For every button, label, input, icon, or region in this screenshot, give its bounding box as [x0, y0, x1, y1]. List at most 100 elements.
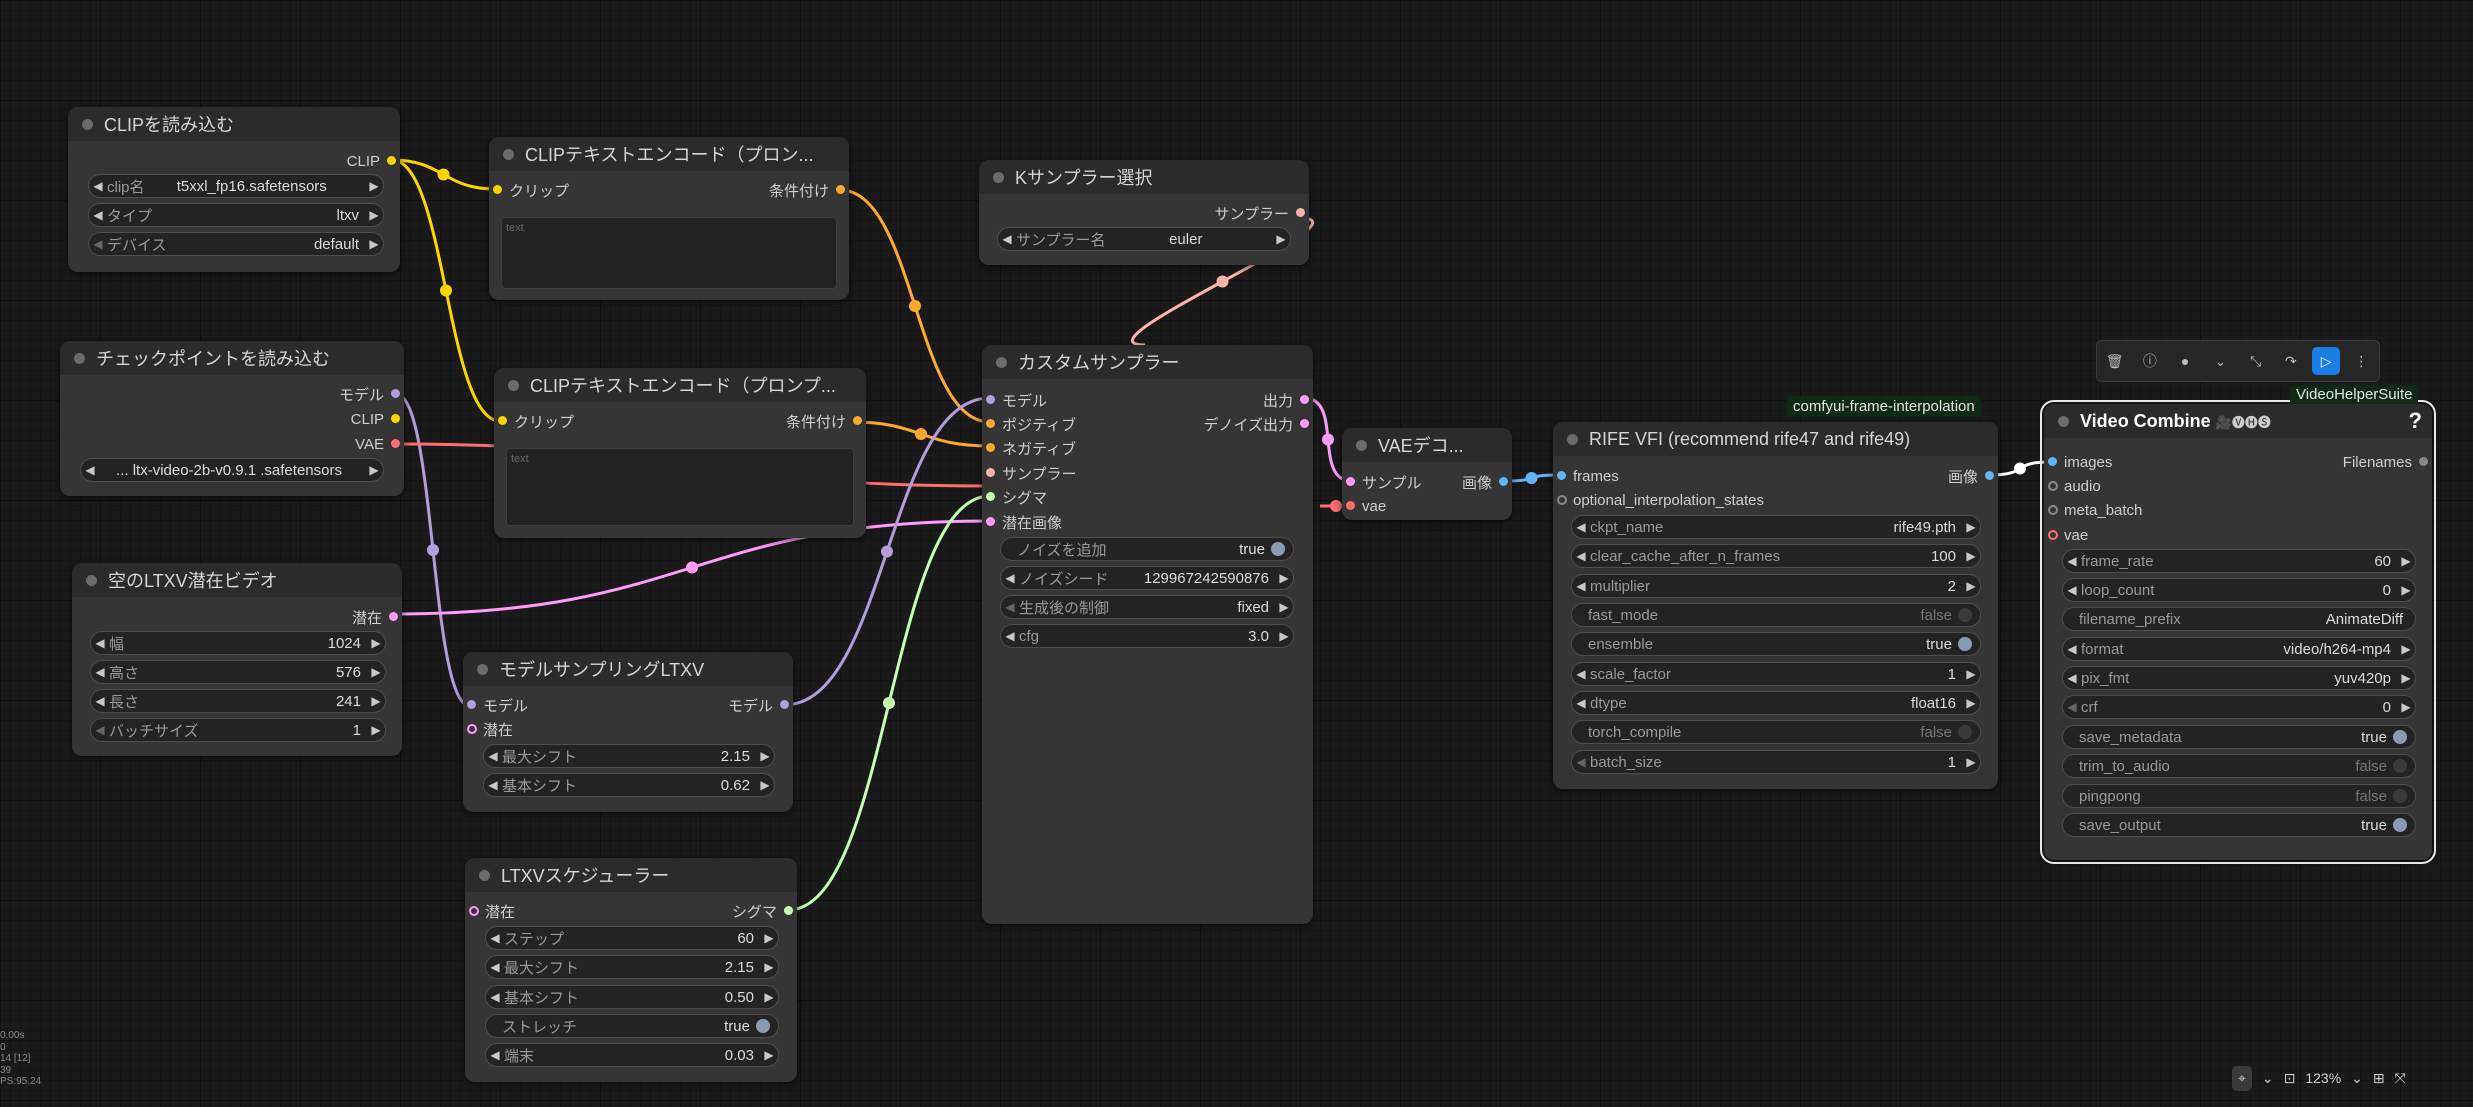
widget-save-metadata-toggle[interactable]: save_metadata true: [2062, 725, 2416, 749]
output-clip[interactable]: CLIP: [347, 150, 400, 172]
widget-torch-compile-toggle[interactable]: torch_compile false: [1571, 720, 1981, 744]
widget-height[interactable]: ◀ 高さ 576 ▶: [90, 660, 386, 684]
node-checkpoint-loader[interactable]: チェックポイントを読み込む モデル CLIP VAE ◀... ltx-vide…: [60, 341, 404, 496]
node-video-combine[interactable]: Video Combine 🎥🅥🅗🅢? images audio meta_ba…: [2040, 400, 2436, 864]
node-vae-decode[interactable]: VAEデコ... サンプル vae 画像: [1342, 428, 1512, 520]
input-latent-image[interactable]: 潜在画像: [982, 511, 1062, 533]
input-latent[interactable]: 潜在: [463, 718, 513, 740]
widget-base-shift[interactable]: ◀ 基本シフト 0.62 ▶: [483, 773, 775, 797]
link-visibility-icon[interactable]: ⤧: [2395, 1070, 2406, 1087]
input-sigmas[interactable]: シグマ: [982, 486, 1047, 508]
input-clip[interactable]: クリップ: [494, 410, 574, 432]
prompt-textarea[interactable]: text: [506, 448, 854, 526]
output-conditioning[interactable]: 条件付け: [786, 410, 866, 432]
widget-scale-factor[interactable]: ◀ scale_factor 1 ▶: [1571, 662, 1981, 686]
widget-clear-cache[interactable]: ◀ clear_cache_after_n_frames 100 ▶: [1571, 544, 1981, 568]
fit-view-icon[interactable]: ⊡: [2284, 1070, 2296, 1087]
output-conditioning[interactable]: 条件付け: [769, 179, 849, 201]
widget-clip-name[interactable]: ◀ clip名 t5xxl_fp16.safetensors ▶: [88, 174, 384, 198]
more-icon[interactable]: ⋮: [2347, 347, 2375, 375]
widget-batch-size[interactable]: ◀ batch_size 1 ▶: [1571, 750, 1981, 774]
output-sigmas[interactable]: シグマ: [732, 900, 797, 922]
input-samples[interactable]: サンプル: [1342, 471, 1422, 493]
input-sampler[interactable]: サンプラー: [982, 462, 1077, 484]
redo-icon[interactable]: ↷: [2277, 347, 2305, 375]
chevron-down-icon[interactable]: ⌄: [2262, 1070, 2274, 1087]
input-negative[interactable]: ネガティブ: [982, 437, 1076, 459]
node-ksampler-select[interactable]: Kサンプラー選択 サンプラー ◀ サンプラー名 euler ▶: [979, 160, 1309, 265]
run-icon[interactable]: ▷: [2312, 347, 2341, 375]
widget-ckpt-name[interactable]: ◀... ltx-video-2b-v0.9.1 .safetensors ▶: [80, 458, 384, 482]
node-text-encode-1[interactable]: CLIPテキストエンコード（プロン... クリップ 条件付け text: [489, 137, 849, 300]
widget-base-shift[interactable]: ◀ 基本シフト 0.50 ▶: [485, 985, 779, 1009]
input-audio[interactable]: audio: [2044, 475, 2101, 497]
widget-noise-seed[interactable]: ◀ ノイズシード 129967242590876 ▶: [1000, 566, 1294, 590]
output-clip[interactable]: CLIP: [351, 408, 404, 430]
node-model-sampling-ltxv[interactable]: モデルサンプリングLTXV モデル モデル 潜在 ◀ 最大シフト 2.15 ▶ ◀ 基本…: [463, 652, 793, 812]
node-rife-vfi[interactable]: RIFE VFI (recommend rife47 and rife49) f…: [1553, 422, 1998, 789]
pointer-icon[interactable]: ⌖: [2232, 1065, 2252, 1091]
output-denoised[interactable]: デノイズ出力: [1203, 413, 1313, 435]
fit-icon[interactable]: ⤡: [2242, 347, 2270, 375]
widget-steps[interactable]: ◀ ステップ 60 ▶: [485, 926, 779, 950]
input-meta-batch[interactable]: meta_batch: [2044, 499, 2142, 521]
widget-frame-rate[interactable]: ◀ frame_rate 60 ▶: [2062, 549, 2416, 573]
widget-save-output-toggle[interactable]: save_output true: [2062, 813, 2416, 837]
widget-filename-prefix[interactable]: filename_prefix AnimateDiff: [2062, 607, 2416, 631]
input-positive[interactable]: ポジティブ: [982, 413, 1076, 435]
info-icon[interactable]: ⓘ: [2136, 347, 2164, 375]
output-vae[interactable]: VAE: [355, 433, 404, 455]
input-optional-states[interactable]: optional_interpolation_states: [1553, 489, 1764, 511]
output-image[interactable]: 画像: [1948, 465, 1998, 487]
widget-control-after-generate[interactable]: ◀ 生成後の制御 fixed ▶: [1000, 595, 1294, 619]
output-filenames[interactable]: Filenames: [2343, 451, 2432, 473]
widget-pingpong-toggle[interactable]: pingpong false: [2062, 784, 2416, 808]
widget-fast-mode-toggle[interactable]: fast_mode false: [1571, 603, 1981, 627]
widget-loop-count[interactable]: ◀ loop_count 0 ▶: [2062, 578, 2416, 602]
output-latent[interactable]: 潜在: [352, 606, 402, 628]
input-frames[interactable]: frames: [1553, 465, 1619, 487]
widget-cfg[interactable]: ◀ cfg 3.0 ▶: [1000, 624, 1294, 648]
prompt-textarea[interactable]: text: [501, 217, 837, 289]
node-empty-latent-video[interactable]: 空のLTXV潜在ビデオ 潜在 ◀ 幅 1024 ▶ ◀ 高さ 576 ▶ ◀ 長さ 241 ▶ ◀…: [72, 563, 402, 756]
widget-dtype[interactable]: ◀ dtype float16 ▶: [1571, 691, 1981, 715]
input-vae[interactable]: vae: [1342, 495, 1386, 517]
input-clip[interactable]: クリップ: [489, 179, 569, 201]
node-ltxv-scheduler[interactable]: LTXVスケジューラー 潜在 シグマ ◀ ステップ 60 ▶ ◀ 最大シフト 2.15 ▶ …: [465, 858, 797, 1082]
input-model[interactable]: モデル: [982, 389, 1047, 411]
widget-device[interactable]: ◀ デバイス default ▶: [88, 232, 384, 256]
widget-multiplier[interactable]: ◀ multiplier 2 ▶: [1571, 574, 1981, 598]
widget-length[interactable]: ◀ 長さ 241 ▶: [90, 689, 386, 713]
widget-format[interactable]: ◀ format video/h264-mp4 ▶: [2062, 637, 2416, 661]
output-image[interactable]: 画像: [1462, 471, 1512, 493]
output-model[interactable]: モデル: [339, 383, 404, 405]
widget-sampler-name[interactable]: ◀ サンプラー名 euler ▶: [997, 227, 1291, 251]
widget-add-noise-toggle[interactable]: ノイズを追加 true: [1000, 537, 1294, 561]
widget-width[interactable]: ◀ 幅 1024 ▶: [90, 631, 386, 655]
input-images[interactable]: images: [2044, 451, 2112, 473]
color-icon[interactable]: ●: [2171, 347, 2199, 375]
node-clip-loader[interactable]: CLIPを読み込む CLIP ◀ clip名 t5xxl_fp16.safetens…: [68, 107, 400, 272]
chevron-down-icon[interactable]: ⌄: [2351, 1070, 2363, 1087]
widget-crf[interactable]: ◀ crf 0 ▶: [2062, 695, 2416, 719]
input-latent[interactable]: 潜在: [465, 900, 515, 922]
widget-ckpt-name[interactable]: ◀ ckpt_name rife49.pth ▶: [1571, 515, 1981, 539]
node-custom-sampler[interactable]: カスタムサンプラー モデル ポジティブ ネガティブ サンプラー シグマ 潜在画像…: [982, 345, 1313, 924]
chevron-down-icon[interactable]: ⌄: [2206, 347, 2234, 375]
widget-pix-fmt[interactable]: ◀ pix_fmt yuv420p ▶: [2062, 666, 2416, 690]
widget-stretch-toggle[interactable]: ストレッチ true: [485, 1014, 779, 1038]
trash-icon[interactable]: 🗑: [2101, 347, 2129, 375]
output-output[interactable]: 出力: [1263, 389, 1313, 411]
output-sampler[interactable]: サンプラー: [1214, 202, 1309, 224]
widget-trim-to-audio-toggle[interactable]: trim_to_audio false: [2062, 754, 2416, 778]
input-model[interactable]: モデル: [463, 694, 528, 716]
minimap-icon[interactable]: ⊞: [2373, 1070, 2385, 1087]
widget-terminal[interactable]: ◀ 端末 0.03 ▶: [485, 1043, 779, 1067]
zoom-level[interactable]: 123%: [2305, 1070, 2341, 1086]
widget-ensemble-toggle[interactable]: ensemble true: [1571, 632, 1981, 656]
output-model[interactable]: モデル: [728, 694, 793, 716]
help-icon[interactable]: ?: [2409, 408, 2422, 434]
widget-batch-size[interactable]: ◀ バッチサイズ 1 ▶: [90, 718, 386, 742]
node-text-encode-2[interactable]: CLIPテキストエンコード（プロンプ... クリップ 条件付け text: [494, 368, 866, 538]
widget-max-shift[interactable]: ◀ 最大シフト 2.15 ▶: [483, 744, 775, 768]
